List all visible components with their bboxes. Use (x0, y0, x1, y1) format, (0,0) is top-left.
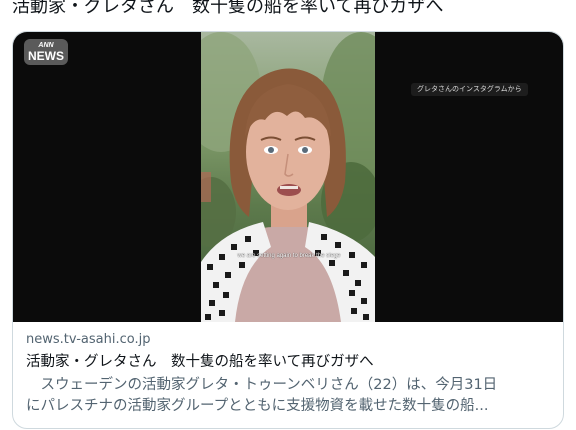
card-description: スウェーデンの活動家グレタ・トゥーンベリさん（22）は、今月31日 にパレスチナ… (26, 375, 556, 417)
ann-logo-bottom-text: NEWS (28, 49, 64, 63)
card-title[interactable]: 活動家・グレタさん 数十隻の船を率いて再びガザへ (26, 352, 556, 372)
tweet-text: 活動家・グレタさん 数十隻の船を率いて再びガザへ (12, 0, 444, 17)
image-credit-overlay: グレタさんのインスタグラムから (411, 83, 528, 96)
video-frame (201, 32, 375, 322)
card-description-line-2: にパレスチナの活動家グループとともに支援物資を載せた数十隻の船... (26, 398, 489, 414)
card-meta: news.tv-asahi.co.jp 活動家・グレタさん 数十隻の船を率いて再… (26, 330, 556, 417)
card-image[interactable]: ANN NEWS グレタさんのインスタグラムから we are setting … (13, 32, 563, 322)
video-subtitle: we are setting again to break the siege (237, 253, 341, 259)
card-description-line-1: スウェーデンの活動家グレタ・トゥーンベリさん（22）は、今月31日 (26, 377, 498, 393)
tweet-post: 活動家・グレタさん 数十隻の船を率いて再びガザへ ANN NEWS グレタさんの… (0, 0, 576, 430)
link-preview-card[interactable]: ANN NEWS グレタさんのインスタグラムから we are setting … (12, 31, 564, 429)
ann-news-logo: ANN NEWS (24, 39, 68, 65)
card-domain[interactable]: news.tv-asahi.co.jp (26, 330, 556, 350)
person-portrait-illustration (201, 32, 375, 322)
